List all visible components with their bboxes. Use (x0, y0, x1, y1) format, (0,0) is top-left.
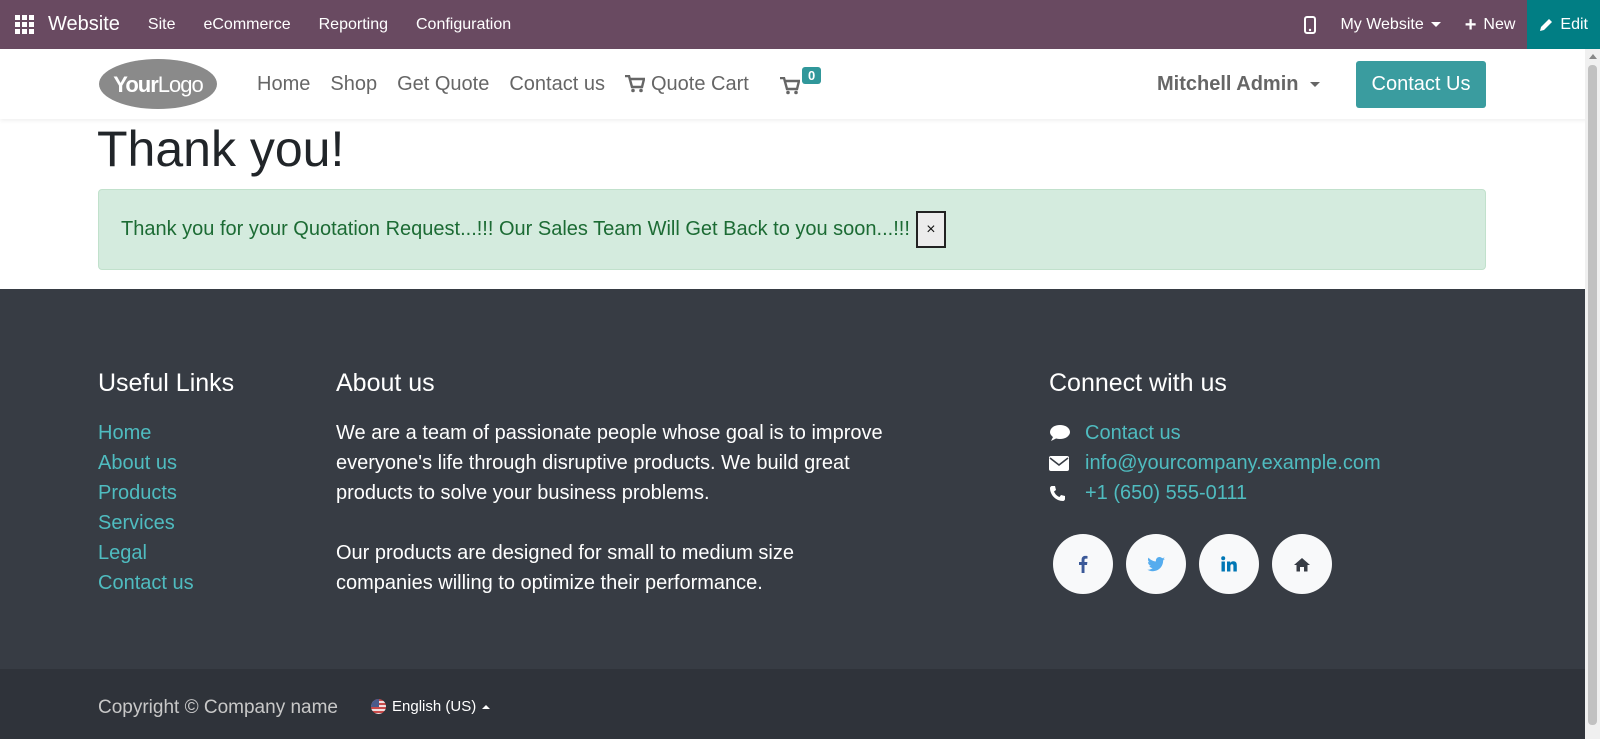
comment-icon (1049, 424, 1085, 442)
footer-link-products[interactable]: Products (98, 478, 194, 508)
copyright-text: Copyright © Company name (98, 697, 338, 718)
envelope-icon (1049, 455, 1085, 471)
mobile-preview-icon[interactable] (1292, 15, 1328, 34)
facebook-icon[interactable] (1053, 534, 1113, 594)
about-text: We are a team of passionate people whose… (336, 418, 896, 628)
footer-link-home[interactable]: Home (98, 418, 194, 448)
footer-link-services[interactable]: Services (98, 508, 194, 538)
alert-message: Thank you for your Quotation Request...!… (121, 218, 910, 240)
twitter-icon[interactable] (1126, 534, 1186, 594)
quote-cart-label: Quote Cart (650, 72, 749, 95)
connect-email-row: info@yourcompany.example.com (1049, 448, 1381, 478)
nav-contact-us[interactable]: Contact us (509, 73, 605, 96)
chevron-up-icon (482, 704, 491, 709)
cart-count-badge: 0 (802, 67, 822, 84)
about-paragraph: Our products are designed for small to m… (336, 542, 794, 594)
chevron-down-icon (1310, 81, 1321, 87)
home-icon[interactable] (1272, 534, 1332, 594)
new-label: New (1483, 15, 1516, 33)
useful-links-title: Useful Links (98, 369, 235, 397)
menu-configuration[interactable]: Configuration (402, 16, 525, 34)
nav-shop[interactable]: Shop (330, 73, 377, 96)
useful-links-list: Home About us Products Services Legal Co… (98, 418, 194, 598)
user-menu[interactable]: Mitchell Admin (1157, 49, 1321, 119)
main-nav: Home Shop Get Quote Contact us Quote Car… (257, 49, 769, 119)
page-scrollbar[interactable] (1585, 49, 1600, 739)
connect-phone-row: +1 (650) 555-0111 (1049, 478, 1381, 508)
footer-link-contact[interactable]: Contact us (98, 568, 194, 598)
pencil-icon (1540, 18, 1553, 31)
admin-bar: Website Site eCommerce Reporting Configu… (0, 0, 1600, 49)
footer-link-about[interactable]: About us (98, 448, 194, 478)
phone-icon (1049, 485, 1085, 502)
language-label: English (US) (392, 698, 477, 715)
us-flag-icon (371, 699, 386, 714)
close-alert-button[interactable]: × (915, 211, 946, 248)
shopping-cart[interactable]: 0 (780, 67, 822, 95)
app-name[interactable]: Website (48, 13, 120, 36)
cart-icon (624, 75, 645, 93)
chevron-down-icon (1430, 22, 1441, 27)
connect-contact-link[interactable]: Contact us (1085, 422, 1181, 445)
menu-ecommerce[interactable]: eCommerce (189, 16, 304, 34)
page-title: Thank you! (97, 121, 345, 177)
language-selector[interactable]: English (US) (371, 698, 491, 715)
apps-menu-icon[interactable] (0, 0, 48, 49)
plus-icon: + (1464, 13, 1477, 36)
edit-label: Edit (1560, 15, 1588, 33)
menu-reporting[interactable]: Reporting (305, 16, 402, 34)
site-header: YourLogo Home Shop Get Quote Contact us … (0, 49, 1600, 119)
nav-get-quote[interactable]: Get Quote (397, 73, 489, 96)
svg-text:YourLogo: YourLogo (113, 72, 203, 97)
success-alert: Thank you for your Quotation Request...!… (98, 189, 1486, 270)
site-logo[interactable]: YourLogo (98, 58, 218, 110)
about-paragraph: We are a team of passionate people whose… (336, 422, 883, 504)
connect-list: Contact us info@yourcompany.example.com … (1049, 418, 1381, 508)
website-selector[interactable]: My Website (1328, 16, 1452, 34)
linkedin-icon[interactable] (1199, 534, 1259, 594)
site-footer: Useful Links Home About us Products Serv… (0, 289, 1600, 669)
scrollbar-thumb[interactable] (1588, 65, 1597, 725)
connect-email-link[interactable]: info@yourcompany.example.com (1085, 452, 1381, 475)
footer-link-legal[interactable]: Legal (98, 538, 194, 568)
website-selector-label: My Website (1340, 15, 1424, 33)
social-links (1053, 534, 1332, 594)
nav-quote-cart[interactable]: Quote Cart (624, 72, 749, 96)
user-name: Mitchell Admin (1157, 72, 1299, 95)
cart-icon (780, 77, 800, 95)
edit-button[interactable]: Edit (1527, 0, 1600, 49)
new-button[interactable]: + New (1453, 15, 1528, 35)
about-title: About us (336, 369, 435, 397)
nav-home[interactable]: Home (257, 73, 310, 96)
copyright-bar: Copyright © Company name English (US) (0, 669, 1600, 739)
connect-contact-row: Contact us (1049, 418, 1381, 448)
scroll-up-arrow-icon[interactable] (1589, 54, 1597, 59)
connect-phone-link[interactable]: +1 (650) 555-0111 (1085, 482, 1247, 505)
contact-us-button[interactable]: Contact Us (1356, 61, 1486, 108)
connect-title: Connect with us (1049, 369, 1227, 397)
menu-site[interactable]: Site (134, 16, 190, 34)
